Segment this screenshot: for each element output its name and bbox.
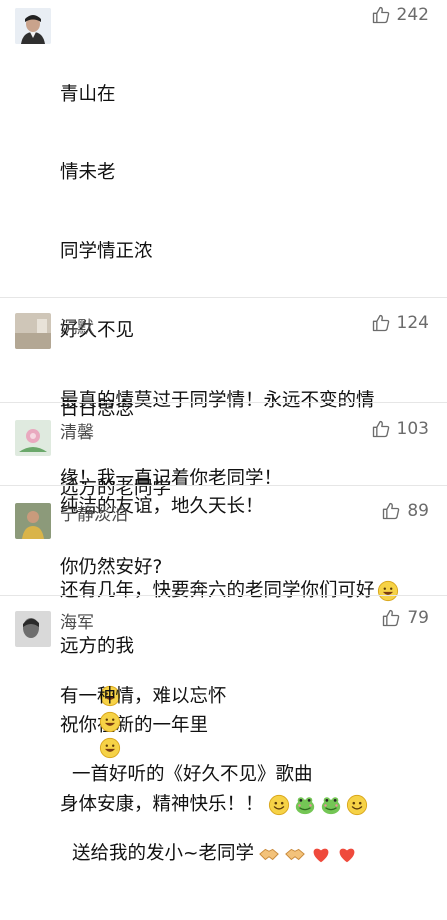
thumbs-up-icon <box>372 6 389 24</box>
like-count: 124 <box>396 313 429 333</box>
separator <box>0 297 447 298</box>
avatar[interactable] <box>15 8 51 44</box>
handshake-emoji-icon <box>285 849 305 861</box>
like-count: 89 <box>407 501 429 521</box>
avatar-image <box>15 313 51 349</box>
thumbs-up-icon <box>372 314 389 332</box>
avatar-image <box>15 611 51 647</box>
like-count: 242 <box>396 5 429 25</box>
separator <box>0 595 447 596</box>
like-count: 103 <box>396 419 429 439</box>
like-button[interactable]: 79 <box>381 607 429 629</box>
avatar-image <box>15 420 51 456</box>
like-count: 79 <box>407 608 429 628</box>
commenter-name[interactable]: 清馨 <box>60 418 94 443</box>
thumbs-up-icon <box>372 420 389 438</box>
like-button[interactable]: 242 <box>371 4 429 26</box>
commenter-name[interactable]: 宁静淡泊 <box>60 500 128 525</box>
avatar[interactable] <box>15 503 51 539</box>
comment-line: 一首好听的《好久不见》歌曲 <box>72 764 313 786</box>
avatar[interactable] <box>15 420 51 456</box>
commenter-name[interactable]: 海军 <box>60 608 94 633</box>
avatar[interactable] <box>15 611 51 647</box>
separator <box>0 402 447 403</box>
comment-line: 最真的情莫过于同学情！永远不变的情 <box>60 389 375 411</box>
comment-line: 有一种情，难以忘怀 <box>60 685 227 707</box>
thumbs-up-icon <box>383 502 400 520</box>
grin-emoji-icon <box>377 580 398 601</box>
comment-line-with-emoji: 还有几年，快要奔六的老同学你们可好 <box>60 578 399 604</box>
like-button[interactable]: 103 <box>371 418 429 440</box>
comment-line: 同学情正浓 <box>60 241 153 263</box>
avatar-image <box>15 8 51 44</box>
like-button[interactable]: 124 <box>371 312 429 334</box>
heart-emoji-icon <box>313 848 329 863</box>
emoji-row <box>258 843 358 865</box>
comment-line-with-emoji: 送给我的发小~老同学 <box>60 841 358 867</box>
comment-line-text: 送给我的发小~老同学 <box>72 843 255 865</box>
heart-emoji-icon <box>339 848 355 863</box>
comment-line: 情未老 <box>60 162 116 184</box>
comment-text: 有一种情，难以忘怀 一首好听的《好久不见》歌曲 送给我的发小~老同学 <box>60 631 358 920</box>
comment-line: 青山在 <box>60 83 116 105</box>
handshake-emoji-icon <box>259 849 279 861</box>
avatar-image <box>15 503 51 539</box>
like-button[interactable]: 89 <box>381 500 429 522</box>
thumbs-up-icon <box>383 609 400 627</box>
comment-line-text: 还有几年，快要奔六的老同学你们可好 <box>60 579 375 601</box>
avatar[interactable] <box>15 313 51 349</box>
separator <box>0 485 447 486</box>
